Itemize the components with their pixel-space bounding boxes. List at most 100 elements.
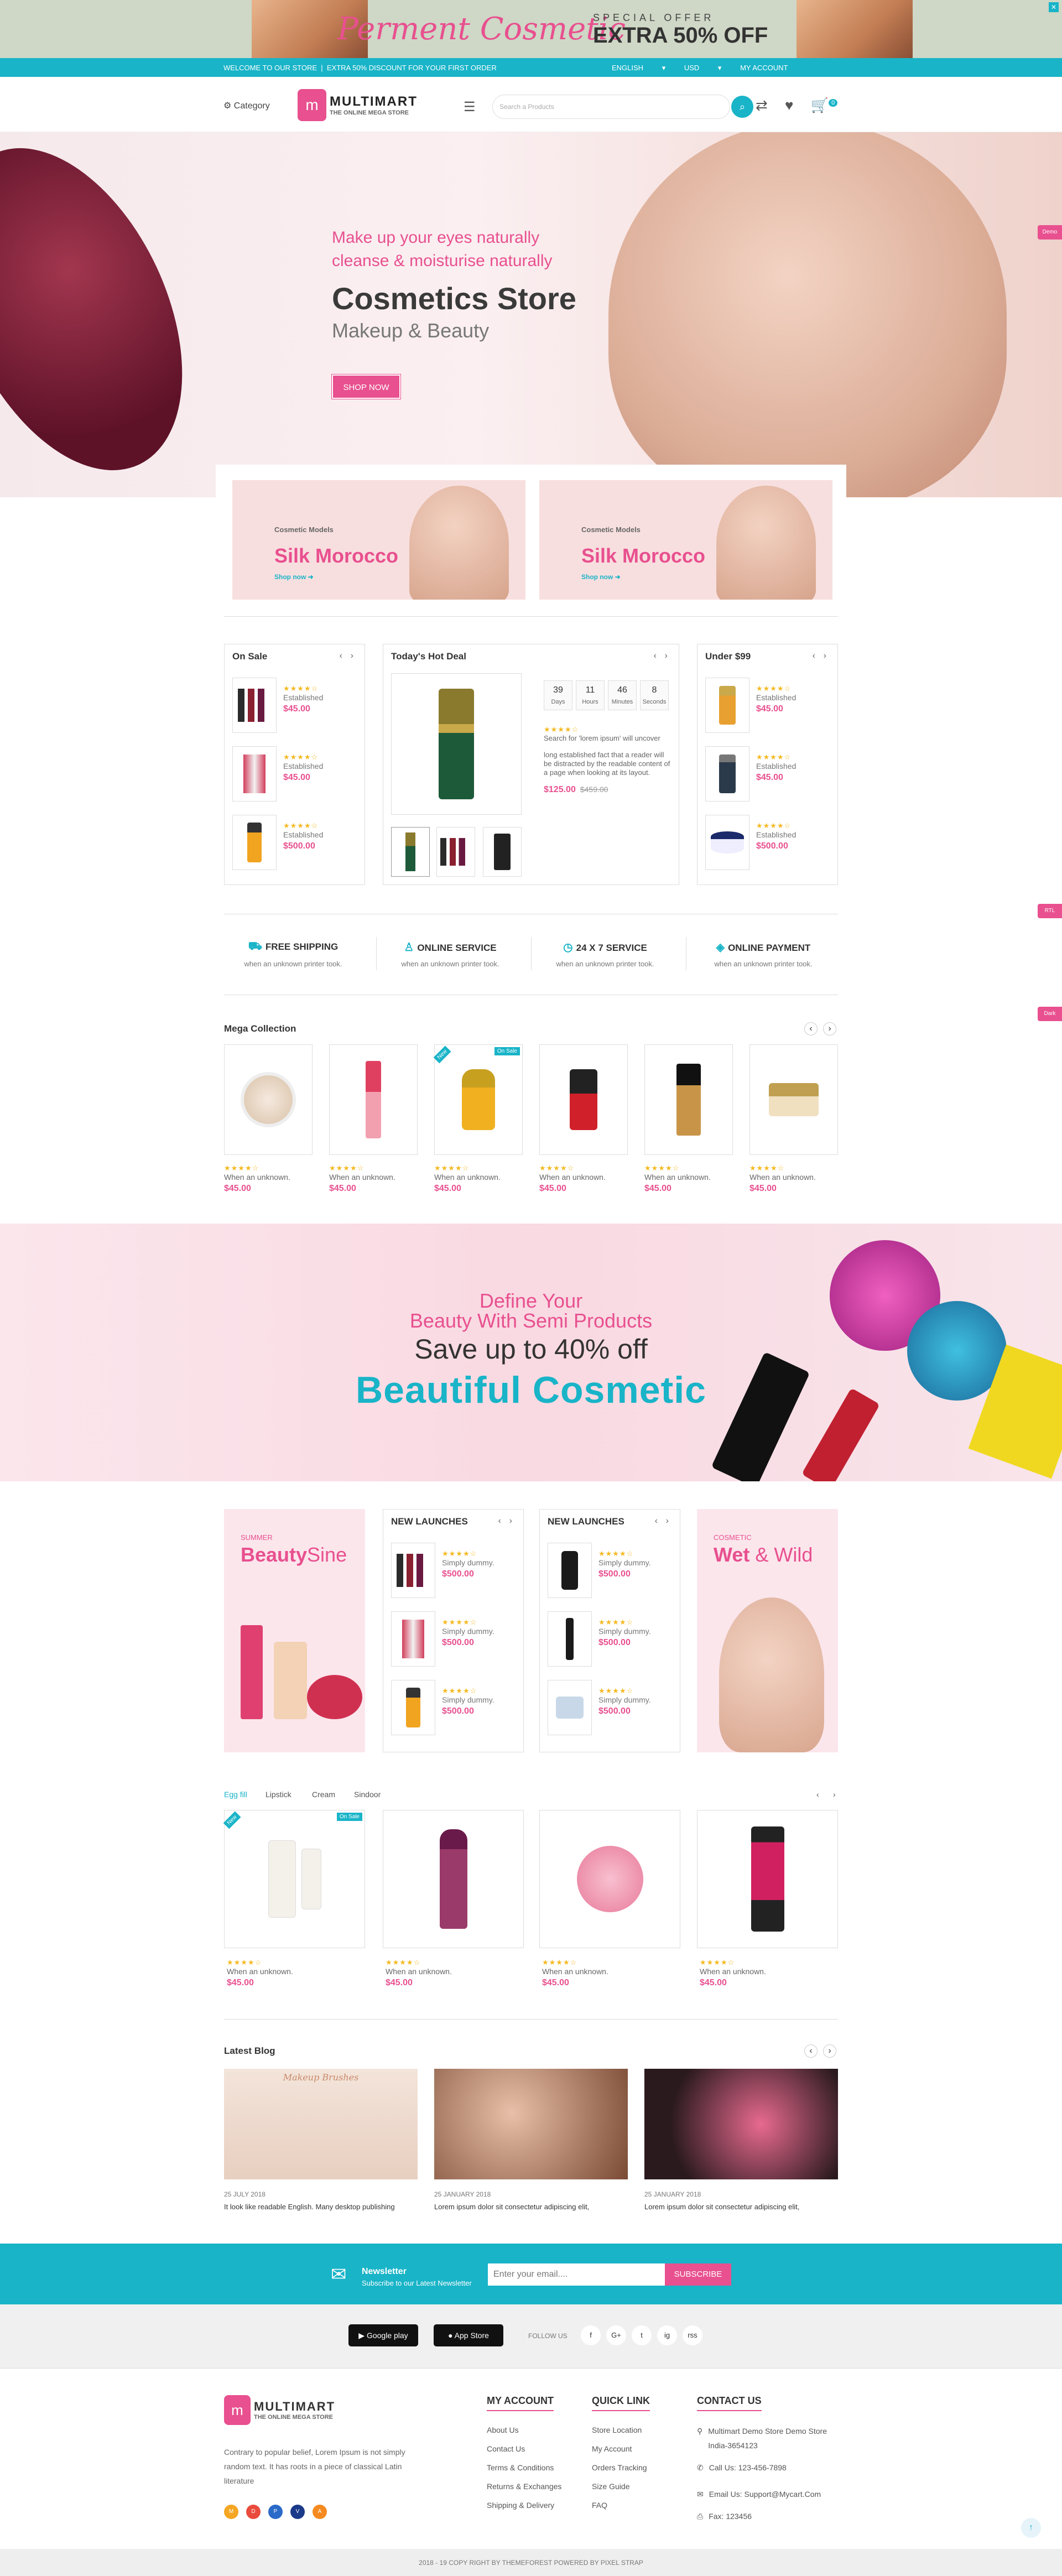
prev-arrow-icon[interactable]: ‹ (655, 1516, 658, 1526)
list-item[interactable]: ★★★★☆ Established $500.00 (232, 815, 323, 870)
blog-excerpt[interactable]: It look like readable English. Many desk… (224, 2203, 395, 2211)
hamburger-icon[interactable]: ☰ (464, 99, 476, 115)
list-item[interactable]: ★★★★☆ Simply dummy. $500.00 (548, 1543, 651, 1598)
tab-cream[interactable]: Cream (312, 1790, 335, 1799)
tab-egg-fill[interactable]: Egg fill (224, 1790, 247, 1799)
rtl-button[interactable]: RTL (1038, 904, 1062, 918)
product-card[interactable]: New On Sale (223, 1810, 365, 1948)
product-card[interactable] (697, 1810, 838, 1948)
footer-link[interactable]: Size Guide (592, 2477, 647, 2496)
my-account-link[interactable]: MY ACCOUNT (740, 64, 788, 72)
top-bar: WELCOME TO OUR STORE | EXTRA 50% DISCOUN… (0, 58, 1062, 77)
cart-icon[interactable]: 🛒 0 (811, 97, 838, 113)
product-card[interactable] (329, 1044, 418, 1155)
list-item[interactable]: ★★★★☆ Established $45.00 (232, 678, 323, 733)
blog-excerpt[interactable]: Lorem ipsum dolor sit consectetur adipis… (644, 2203, 799, 2211)
next-arrow-icon[interactable]: › (666, 1516, 669, 1526)
scroll-top-icon[interactable]: ↑ (1021, 2518, 1041, 2538)
launch-title: NEW LAUNCHES (391, 1516, 468, 1527)
tab-sindoor[interactable]: Sindoor (354, 1790, 381, 1799)
thumbnail[interactable] (483, 827, 522, 877)
twitter-icon[interactable]: t (632, 2325, 652, 2345)
list-item[interactable]: ★★★★☆ Simply dummy. $500.00 (548, 1611, 651, 1667)
rss-icon[interactable]: rss (683, 2325, 702, 2345)
footer-logo[interactable]: m MULTIMART THE ONLINE MEGA STORE (224, 2395, 335, 2425)
blog-image[interactable] (644, 2069, 838, 2179)
footer-link[interactable]: About Us (487, 2421, 561, 2439)
language-select[interactable]: ENGLISH ▾ (612, 64, 665, 72)
shop-now-button[interactable]: SHOP NOW (332, 374, 400, 399)
next-arrow-icon[interactable]: › (351, 651, 353, 661)
shop-now-link[interactable]: Shop now ➜ (274, 573, 314, 581)
list-item[interactable]: ★★★★☆ Simply dummy. $500.00 (391, 1543, 494, 1598)
next-arrow-icon[interactable]: › (509, 1516, 512, 1526)
next-arrow-icon[interactable]: › (823, 2044, 836, 2058)
next-arrow-icon[interactable]: › (824, 651, 826, 661)
footer-link[interactable]: My Account (592, 2439, 647, 2458)
prev-arrow-icon[interactable]: ‹ (804, 1022, 818, 1035)
list-item[interactable]: ★★★★☆ Established $45.00 (232, 746, 323, 802)
map-pin-icon: ⚲ (697, 2427, 703, 2436)
shop-now-link[interactable]: Shop now ➜ (581, 573, 621, 581)
blog-image[interactable]: Makeup Brushes (224, 2069, 418, 2179)
tab-lipstick[interactable]: Lipstick (266, 1790, 291, 1799)
list-item[interactable]: ★★★★☆ Established $45.00 (705, 678, 796, 733)
small-banner-1[interactable]: Cosmetic Models Silk Morocco Shop now ➜ (232, 480, 525, 600)
google-plus-icon[interactable]: G+ (606, 2325, 626, 2345)
instagram-icon[interactable]: ig (657, 2325, 677, 2345)
beauty-sine-banner[interactable]: SUMMER BeautySine (224, 1509, 365, 1752)
prev-arrow-icon[interactable]: ‹ (804, 2044, 818, 2058)
product-card[interactable] (539, 1044, 628, 1155)
next-arrow-icon[interactable]: › (833, 1790, 836, 1799)
list-item[interactable]: ★★★★☆ Established $500.00 (705, 815, 796, 870)
product-card[interactable] (383, 1810, 524, 1948)
facebook-icon[interactable]: f (581, 2325, 601, 2345)
list-item[interactable]: ★★★★☆ Simply dummy. $500.00 (548, 1680, 651, 1735)
prev-arrow-icon[interactable]: ‹ (340, 651, 342, 661)
compare-icon[interactable]: ⇄ (756, 97, 768, 113)
footer-link[interactable]: Shipping & Delivery (487, 2496, 561, 2515)
blog-image[interactable] (434, 2069, 628, 2179)
prev-arrow-icon[interactable]: ‹ (813, 651, 815, 661)
app-store-button[interactable]: ● App Store (434, 2324, 503, 2346)
thumbnail[interactable] (436, 827, 475, 877)
site-logo[interactable]: m MULTIMART THE ONLINE MEGA STORE (298, 89, 418, 121)
category-menu[interactable]: ⚙ Category (223, 100, 270, 111)
footer-link[interactable]: Contact Us (487, 2439, 561, 2458)
currency-select[interactable]: USD ▾ (684, 64, 722, 72)
thumbnail[interactable] (391, 827, 430, 877)
blog-excerpt[interactable]: Lorem ipsum dolor sit consectetur adipis… (434, 2203, 589, 2211)
newsletter-bar: ✉ Newsletter Subscribe to our Latest New… (0, 2244, 1062, 2304)
demo-button[interactable]: Demo (1038, 225, 1062, 240)
product-card[interactable] (644, 1044, 733, 1155)
list-item[interactable]: ★★★★☆ Simply dummy. $500.00 (391, 1611, 494, 1667)
product-card[interactable] (224, 1044, 313, 1155)
next-arrow-icon[interactable]: › (823, 1022, 836, 1035)
prev-arrow-icon[interactable]: ‹ (498, 1516, 501, 1526)
subscribe-button[interactable]: SUBSCRIBE (665, 2263, 731, 2286)
prev-arrow-icon[interactable]: ‹ (816, 1790, 819, 1799)
product-card[interactable]: New On Sale (433, 1044, 523, 1155)
model-face-image (608, 132, 1007, 497)
search-input[interactable]: Search a Products (492, 95, 730, 119)
promo-banner[interactable]: Perment Cosmetic SPECIAL OFFER EXTRA 50%… (0, 0, 1062, 58)
email-field[interactable]: Enter your email.... (488, 2263, 665, 2286)
product-card[interactable] (749, 1044, 838, 1155)
footer-link[interactable]: Store Location (592, 2421, 647, 2439)
search-button[interactable]: ⌕ (731, 96, 753, 118)
prev-arrow-icon[interactable]: ‹ (654, 651, 657, 661)
close-icon[interactable]: ✕ (1049, 2, 1059, 12)
product-card[interactable] (539, 1810, 680, 1948)
next-arrow-icon[interactable]: › (665, 651, 668, 661)
footer-link[interactable]: Terms & Conditions (487, 2458, 561, 2477)
wishlist-icon[interactable]: ♥ (785, 97, 793, 113)
small-banner-2[interactable]: Cosmetic Models Silk Morocco Shop now ➜ (539, 480, 832, 600)
wet-wild-banner[interactable]: COSMETIC Wet & Wild (697, 1509, 838, 1752)
list-item[interactable]: ★★★★☆ Simply dummy. $500.00 (391, 1680, 494, 1735)
deal-main-image[interactable] (391, 673, 522, 815)
footer-link[interactable]: Orders Tracking (592, 2458, 647, 2477)
google-play-button[interactable]: ▶ Google play (348, 2324, 418, 2346)
list-item[interactable]: ★★★★☆ Established $45.00 (705, 746, 796, 802)
footer-link[interactable]: Returns & Exchanges (487, 2477, 561, 2496)
footer-link[interactable]: FAQ (592, 2496, 647, 2515)
